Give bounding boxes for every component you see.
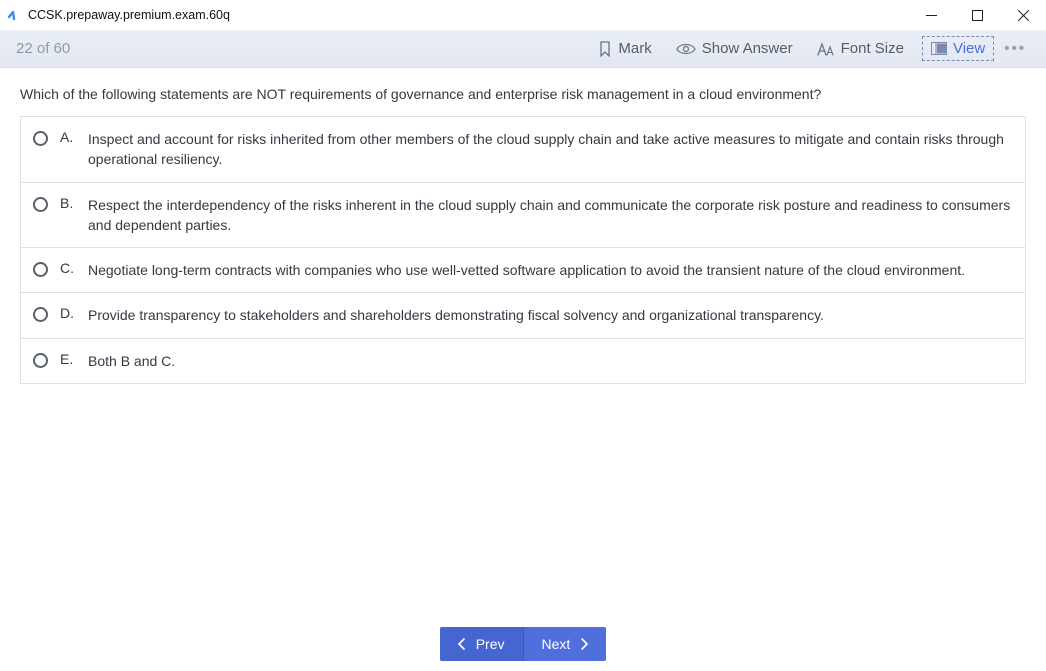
window-close-button[interactable] [1000,0,1046,30]
view-icon [931,42,947,55]
option-letter: B. [60,195,80,211]
radio-icon [33,307,48,322]
prev-button[interactable]: Prev [440,627,524,661]
toolbar: 22 of 60 Mark Show Answer Font Size [0,30,1046,68]
option-letter: D. [60,305,80,321]
view-label: View [953,40,985,57]
chevron-right-icon [580,638,588,650]
question-counter: 22 of 60 [16,40,70,57]
font-size-icon [817,42,835,56]
radio-icon [33,131,48,146]
radio-icon [33,262,48,277]
window-maximize-button[interactable] [954,0,1000,30]
option-c[interactable]: C. Negotiate long-term contracts with co… [21,248,1025,293]
bottom-nav: Prev Next [0,627,1046,661]
prev-label: Prev [476,636,505,652]
option-b[interactable]: B. Respect the interdependency of the ri… [21,183,1025,249]
bookmark-icon [598,41,612,57]
option-letter: A. [60,129,80,145]
more-options-button[interactable]: ••• [994,36,1036,61]
window-minimize-button[interactable] [908,0,954,30]
option-text: Respect the interdependency of the risks… [88,195,1011,236]
chevron-left-icon [458,638,466,650]
option-d[interactable]: D. Provide transparency to stakeholders … [21,293,1025,338]
window-title: CCSK.prepaway.premium.exam.60q [28,8,230,22]
option-text: Provide transparency to stakeholders and… [88,305,824,325]
option-text: Negotiate long-term contracts with compa… [88,260,965,280]
option-a[interactable]: A. Inspect and account for risks inherit… [21,117,1025,183]
mark-label: Mark [618,40,651,57]
option-text: Inspect and account for risks inherited … [88,129,1011,170]
option-letter: C. [60,260,80,276]
font-size-button[interactable]: Font Size [805,36,916,61]
eye-icon [676,42,696,56]
show-answer-label: Show Answer [702,40,793,57]
question-content: Which of the following statements are NO… [0,68,1046,384]
option-text: Both B and C. [88,351,175,371]
app-icon [6,7,22,23]
option-e[interactable]: E. Both B and C. [21,339,1025,383]
show-answer-button[interactable]: Show Answer [664,36,805,61]
radio-icon [33,197,48,212]
option-letter: E. [60,351,80,367]
font-size-label: Font Size [841,40,904,57]
next-button[interactable]: Next [524,627,607,661]
radio-icon [33,353,48,368]
mark-button[interactable]: Mark [586,36,663,61]
question-text: Which of the following statements are NO… [20,86,1026,102]
window-titlebar: CCSK.prepaway.premium.exam.60q [0,0,1046,30]
options-list: A. Inspect and account for risks inherit… [20,116,1026,384]
next-label: Next [542,636,571,652]
view-button[interactable]: View [922,36,994,61]
